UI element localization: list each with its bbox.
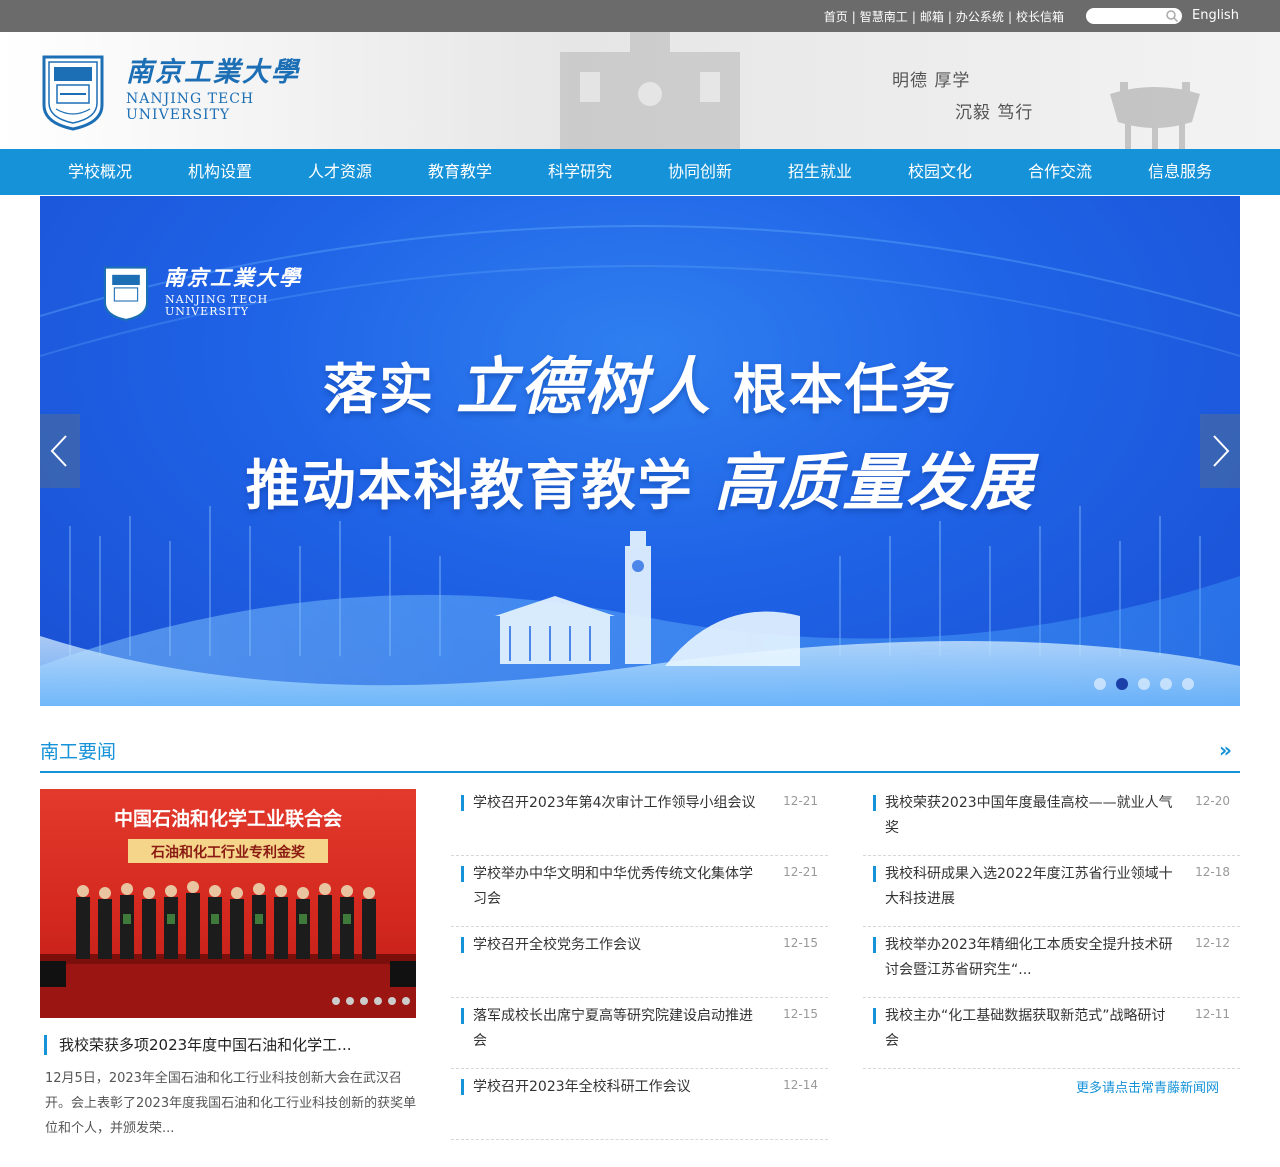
- news-item-title[interactable]: 学校召开全校党务工作会议: [473, 933, 763, 958]
- news-item-date: 12-20: [1195, 794, 1230, 808]
- banner-dot-2[interactable]: [1116, 678, 1128, 690]
- banner-dot-5[interactable]: [1182, 678, 1194, 690]
- news-list-item[interactable]: 我校科研成果入选2022年度江苏省行业领域十大科技进展 12-18: [863, 856, 1240, 927]
- banner-line1-calligraphy: 立德树人: [455, 350, 712, 423]
- building-silhouette-decoration: [560, 32, 740, 149]
- banner-line1-part-a: 落实: [323, 358, 436, 421]
- top-link-home[interactable]: 首页: [824, 10, 848, 24]
- news-list-column-2: 我校荣获2023中国年度最佳高校——就业人气奖 12-20 我校科研成果入选20…: [863, 785, 1240, 1069]
- news-list-item[interactable]: 学校举办中华文明和中华优秀传统文化集体学习会 12-21: [451, 856, 828, 927]
- motto-line2: 沉毅 笃行: [955, 103, 1034, 123]
- top-bar: 首页 | 智慧南工 | 邮箱 | 办公系统 | 校长信箱 English: [0, 0, 1280, 32]
- news-item-date: 12-15: [783, 1007, 818, 1021]
- news-item-date: 12-11: [1195, 1007, 1230, 1021]
- chevron-right-icon: [1213, 435, 1230, 467]
- news-item-title[interactable]: 落军成校长出席宁夏高等研究院建设启动推进会: [473, 1004, 763, 1054]
- news-item-title[interactable]: 我校科研成果入选2022年度江苏省行业领域十大科技进展: [885, 862, 1175, 912]
- news-more-button[interactable]: »: [1219, 738, 1232, 762]
- feature-image-banner-text: 中国石油和化学工业联合会: [114, 807, 342, 830]
- news-item-title[interactable]: 学校召开2023年全校科研工作会议: [473, 1075, 763, 1100]
- banner-logo-chinese-name: 南京工業大學: [164, 265, 302, 290]
- chevron-left-icon: [50, 435, 67, 467]
- news-item-date: 12-18: [1195, 865, 1230, 879]
- logo-english-name-line2: UNIVERSITY: [126, 107, 231, 123]
- site-header: 南京工業大學 NANJING TECH UNIVERSITY 明德 厚学 沉毅 …: [0, 32, 1280, 149]
- english-link[interactable]: English: [1192, 8, 1239, 23]
- top-link-president-mailbox[interactable]: 校长信箱: [1016, 10, 1064, 24]
- feature-news-image[interactable]: 中国石油和化学工业联合会 石油和化工行业专利金奖: [40, 789, 416, 1018]
- bronze-tripod-decoration: [1110, 82, 1200, 149]
- nav-item-overview[interactable]: 学校概况: [40, 149, 160, 195]
- news-item-date: 12-15: [783, 936, 818, 950]
- nav-item-campus-culture[interactable]: 校园文化: [880, 149, 1000, 195]
- nav-item-research[interactable]: 科学研究: [520, 149, 640, 195]
- more-news-link[interactable]: 更多请点击常青藤新闻网: [1076, 1077, 1219, 1096]
- banner-headline-line2: 推动本科教育教学 高质量发展: [40, 432, 1240, 522]
- news-section-title: 南工要闻: [40, 741, 117, 763]
- news-item-title[interactable]: 我校主办“化工基础数据获取新范式”战略研讨会: [885, 1004, 1175, 1054]
- news-list-item[interactable]: 学校召开2023年全校科研工作会议 12-14: [451, 1069, 828, 1140]
- news-item-title[interactable]: 学校举办中华文明和中华优秀传统文化集体学习会: [473, 862, 763, 912]
- nav-item-education[interactable]: 教育教学: [400, 149, 520, 195]
- top-link-email[interactable]: 邮箱: [920, 10, 944, 24]
- banner-logo-english-line2: UNIVERSITY: [165, 305, 249, 318]
- nav-item-innovation[interactable]: 协同创新: [640, 149, 760, 195]
- hero-banner[interactable]: 南京工業大學 NANJING TECH UNIVERSITY 落实 立德树人 根…: [40, 196, 1240, 706]
- news-item-title[interactable]: 我校举办2023年精细化工本质安全提升技术研讨会暨江苏省研究生“...: [885, 933, 1175, 983]
- nav-item-talent[interactable]: 人才资源: [280, 149, 400, 195]
- banner-line2-part-a: 推动本科教育教学: [245, 454, 694, 517]
- news-list-item[interactable]: 我校荣获2023中国年度最佳高校——就业人气奖 12-20: [863, 785, 1240, 856]
- news-item-date: 12-14: [783, 1078, 818, 1092]
- search-icon[interactable]: [1165, 9, 1179, 23]
- nav-item-cooperation[interactable]: 合作交流: [1000, 149, 1120, 195]
- news-item-title[interactable]: 我校荣获2023中国年度最佳高校——就业人气奖: [885, 791, 1175, 841]
- banner-headline-line1: 落实 立德树人 根本任务: [40, 336, 1240, 426]
- news-list-item[interactable]: 我校举办2023年精细化工本质安全提升技术研讨会暨江苏省研究生“... 12-1…: [863, 927, 1240, 998]
- nav-item-info-services[interactable]: 信息服务: [1120, 149, 1240, 195]
- banner-seal-logo: [103, 266, 149, 322]
- banner-dot-4[interactable]: [1160, 678, 1172, 690]
- news-item-date: 12-21: [783, 865, 818, 879]
- university-seal-logo[interactable]: [40, 53, 106, 131]
- news-item-date: 12-12: [1195, 936, 1230, 950]
- banner-next-button[interactable]: [1200, 414, 1240, 488]
- nav-item-admissions[interactable]: 招生就业: [760, 149, 880, 195]
- news-list-item[interactable]: 落军成校长出席宁夏高等研究院建设启动推进会 12-15: [451, 998, 828, 1069]
- banner-dot-3[interactable]: [1138, 678, 1150, 690]
- news-item-title[interactable]: 学校召开2023年第4次审计工作领导小组会议: [473, 791, 763, 816]
- news-list-item[interactable]: 学校召开全校党务工作会议 12-15: [451, 927, 828, 998]
- feature-image-sub-text: 石油和化工行业专利金奖: [150, 844, 306, 861]
- banner-dot-1[interactable]: [1094, 678, 1106, 690]
- news-list-item[interactable]: 学校召开2023年第4次审计工作领导小组会议 12-21: [451, 785, 828, 856]
- news-list-column-1: 学校召开2023年第4次审计工作领导小组会议 12-21 学校举办中华文明和中华…: [451, 785, 828, 1140]
- logo-chinese-name: 南京工業大學: [126, 57, 300, 88]
- top-link-smart-campus[interactable]: 智慧南工: [860, 10, 908, 24]
- main-nav: 学校概况 机构设置 人才资源 教育教学 科学研究 协同创新 招生就业 校园文化 …: [0, 149, 1280, 195]
- news-section-divider: [40, 771, 1240, 773]
- feature-news-summary: 12月5日，2023年全国石油和化工行业科技创新大会在武汉召开。会上表彰了202…: [45, 1071, 417, 1136]
- banner-prev-button[interactable]: [40, 414, 80, 488]
- feature-news-title[interactable]: 我校荣获多项2023年度中国石油和化学工...: [44, 1035, 416, 1055]
- banner-line1-part-b: 根本任务: [732, 358, 957, 421]
- top-links: 首页 | 智慧南工 | 邮箱 | 办公系统 | 校长信箱: [823, 10, 1064, 24]
- feature-image-graphic: 中国石油和化学工业联合会 石油和化工行业专利金奖: [40, 807, 416, 1018]
- news-list-item[interactable]: 我校主办“化工基础数据获取新范式”战略研讨会 12-11: [863, 998, 1240, 1069]
- banner-line2-calligraphy: 高质量发展: [714, 446, 1035, 519]
- nav-item-organizations[interactable]: 机构设置: [160, 149, 280, 195]
- motto-line1: 明德 厚学: [892, 71, 971, 91]
- top-link-office-system[interactable]: 办公系统: [956, 10, 1004, 24]
- logo-english-name-line1: NANJING TECH: [126, 91, 255, 107]
- news-item-date: 12-21: [783, 794, 818, 808]
